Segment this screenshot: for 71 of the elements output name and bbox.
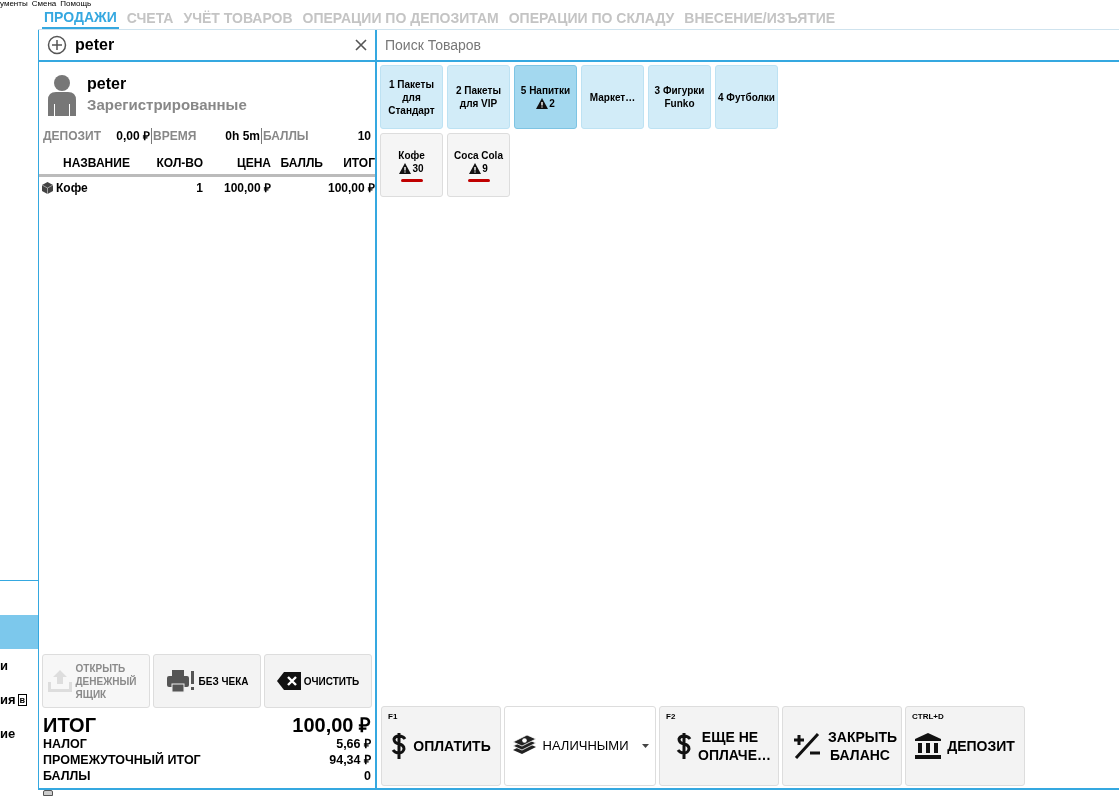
table-cell-text: 100,00 ₽ [326, 180, 375, 197]
hotkey-label: F2 [666, 711, 676, 723]
stat-label: ВРЕМЯ [153, 128, 197, 145]
product-tile[interactable]: Coca Cola 9 [447, 133, 510, 197]
table-cell-text: 1 [195, 180, 203, 197]
product-tile[interactable]: Кофе 30 [380, 133, 443, 197]
payment-button[interactable]: F2 ЕЩЕ НЕ ОПЛАЧЕ… [659, 706, 779, 786]
warning-icon [536, 98, 549, 109]
column-header: ИТОГ [342, 154, 375, 172]
payment-button[interactable]: НАЛИЧНЫМИ [504, 706, 656, 786]
dollar-icon [391, 732, 408, 760]
checkbox-icon[interactable] [43, 790, 53, 796]
stat-value: 10 [357, 128, 371, 145]
payment-button[interactable]: F1 ОПЛАТИТЬ [381, 706, 501, 786]
menu-item[interactable]: Помощь [60, 0, 92, 8]
printer-icon [165, 669, 196, 693]
avatar-icon [45, 74, 79, 116]
action-button[interactable]: БЕЗ ЧЕКА [153, 654, 261, 708]
side-item[interactable]: ие [0, 717, 38, 751]
column-header: БАЛЛЬ [279, 154, 323, 172]
total-label: ИТОГ [43, 714, 96, 736]
table-cell-text: 100,00 ₽ [222, 180, 271, 197]
plus-minus-icon [792, 732, 822, 760]
column-header: ЦЕНА [235, 154, 271, 172]
side-item[interactable]: ия в [0, 683, 38, 717]
total-line-label: БАЛЛЫ [43, 768, 91, 784]
total-line-value: 5,66 ₽ [336, 736, 371, 752]
dollar-icon [676, 732, 692, 760]
total-value: 100,00 ₽ [292, 714, 371, 736]
bank-icon [915, 733, 942, 759]
stat-label: ДЕПОЗИТ [43, 128, 101, 145]
close-icon[interactable] [355, 39, 367, 51]
stock-count: 30 [412, 161, 424, 175]
column-header: НАЗВАНИЕ [62, 154, 131, 172]
side-item[interactable]: и [0, 649, 38, 683]
table-cell-text: Кофе [56, 180, 88, 197]
add-icon[interactable] [47, 35, 67, 55]
menu-item[interactable]: Смена [31, 0, 57, 8]
category-tile[interactable]: 5 Напитки 2 [514, 65, 577, 129]
total-line-value: 0 [364, 768, 371, 784]
dropdown-caret-icon [642, 744, 650, 748]
category-tile[interactable]: Маркет… [581, 65, 644, 129]
total-line-label: ПРОМЕЖУТОЧНЫЙ ИТОГ [43, 752, 201, 768]
category-tile[interactable]: 4 Футболки [715, 65, 778, 129]
stat-label: БАЛЛЫ [263, 128, 309, 145]
stock-count: 9 [482, 161, 488, 175]
box-icon [42, 182, 53, 194]
column-header: КОЛ-ВО [155, 154, 203, 172]
backspace-icon [276, 672, 301, 690]
hotkey-label: CTRL+D [912, 711, 944, 723]
badge: в [17, 694, 28, 706]
menu-item[interactable]: ументы [0, 0, 28, 8]
warning-icon [399, 162, 412, 174]
stat-value: 0,00 ₽ [116, 128, 150, 145]
product-search-field[interactable]: Поиск Товаров [385, 34, 1111, 56]
customer-group: Зарегистрированные [87, 94, 247, 116]
action-button[interactable]: ОЧИСТИТЬ [264, 654, 372, 708]
payment-button[interactable]: ЗАКРЫТЬ БАЛАНС [782, 706, 902, 786]
upload-tray-icon [46, 668, 73, 694]
payment-button[interactable]: CTRL+D ДЕПОЗИТ [905, 706, 1025, 786]
category-tile[interactable]: 3 Фигурки Funko [648, 65, 711, 129]
category-tile[interactable]: 1 Пакеты для Стандарт [380, 65, 443, 129]
category-tile[interactable]: 2 Пакеты для VIP [447, 65, 510, 129]
stock-count: 2 [549, 97, 555, 110]
total-line-label: НАЛОГ [43, 736, 87, 752]
stat-value: 0h 5m [225, 128, 260, 145]
customer-search-field[interactable]: peter [75, 33, 347, 57]
customer-name: peter [87, 74, 128, 94]
total-line-value: 94,34 ₽ [329, 752, 371, 768]
hotkey-label: F1 [388, 711, 398, 723]
warning-icon [469, 162, 482, 174]
